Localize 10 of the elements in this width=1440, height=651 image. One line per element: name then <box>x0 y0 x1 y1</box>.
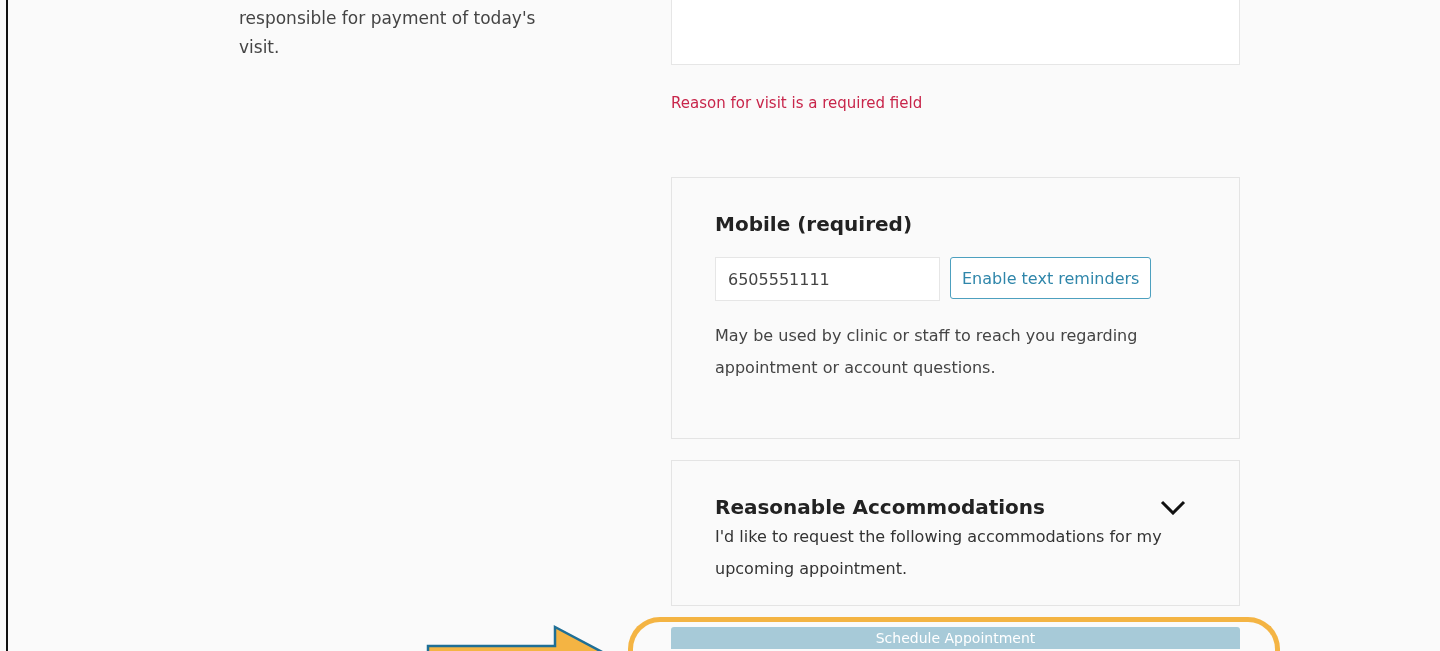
accommodations-text: I'd like to request the following accommodations for my upcoming appointment. <box>715 526 1163 580</box>
help-text: May be used by clinic or staff to reach you regarding appointment or account questions. <box>715 325 1139 379</box>
error-message: Reason for visit is a required field <box>671 94 924 112</box>
reminders-button[interactable]: Enable text reminders <box>950 257 1152 299</box>
chevron-icon[interactable] <box>1160 499 1186 515</box>
reason-field[interactable] <box>671 0 1240 65</box>
payment-note: responsible for payment of today's visit. <box>239 7 537 59</box>
card-title: Reasonable Accommodations <box>715 495 1045 519</box>
card-title: Mobile (required) <box>715 212 914 236</box>
phone-field[interactable]: 6505551111 <box>715 257 940 301</box>
